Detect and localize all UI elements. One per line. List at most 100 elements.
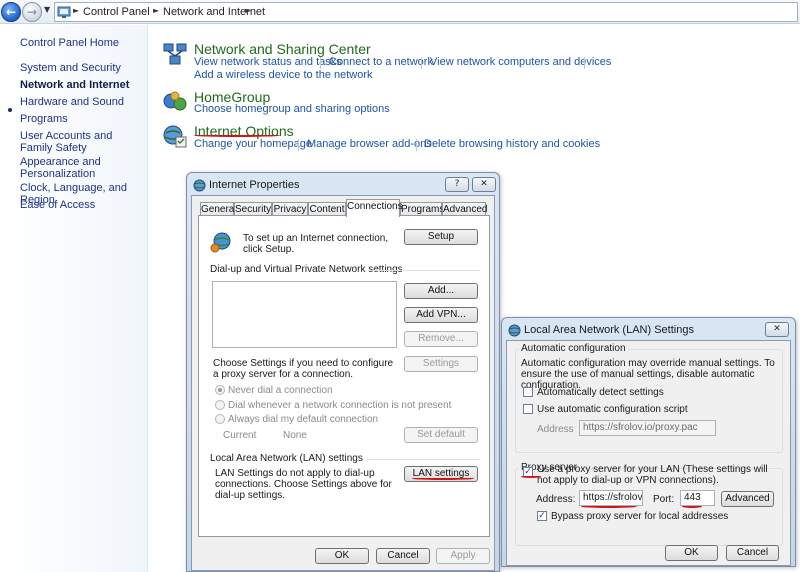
dialup-vpn-group-label: Dial-up and Virtual Private Network sett… bbox=[210, 264, 403, 275]
close-icon: ✕ bbox=[773, 324, 781, 334]
red-annotation-underline bbox=[412, 477, 474, 480]
breadcrumb-separator-icon: ► bbox=[153, 6, 160, 15]
nav-network-and-internet[interactable]: Network and Internet bbox=[20, 79, 145, 91]
proxy-address-label: Address: bbox=[536, 494, 576, 505]
dialog-body: Automatic configuration Automatic config… bbox=[506, 340, 791, 566]
homegroup-icon bbox=[163, 91, 187, 111]
red-annotation-underline bbox=[581, 505, 637, 508]
left-navigation-pane: Control Panel Home System and Security N… bbox=[0, 25, 148, 572]
close-icon: ✕ bbox=[480, 179, 488, 189]
link-connect-to-network[interactable]: Connect to a network bbox=[329, 56, 433, 68]
automatic-configuration-label: Automatic configuration bbox=[519, 343, 628, 354]
setup-description: To set up an Internet connection, click … bbox=[243, 233, 389, 255]
help-icon: ? bbox=[454, 179, 460, 189]
link-change-homepage[interactable]: Change your homepage bbox=[194, 138, 312, 150]
tab-privacy[interactable]: Privacy bbox=[272, 202, 308, 216]
back-arrow-icon: ← bbox=[5, 5, 17, 19]
network-sharing-center-title[interactable]: Network and Sharing Center bbox=[194, 41, 371, 57]
link-separator bbox=[320, 57, 321, 69]
lan-group-label: Local Area Network (LAN) settings bbox=[210, 453, 363, 464]
settings-description: Choose Settings if you need to configure… bbox=[213, 358, 394, 380]
use-script-label: Use automatic configuration script bbox=[537, 404, 688, 415]
cancel-button[interactable]: Cancel bbox=[726, 545, 779, 561]
breadcrumb-separator-icon: ► bbox=[245, 6, 252, 15]
control-panel-icon bbox=[57, 6, 71, 18]
auto-detect-label: Automatically detect settings bbox=[537, 387, 664, 398]
network-globe-icon bbox=[508, 324, 521, 337]
add-vpn-button[interactable]: Add VPN... bbox=[404, 307, 478, 323]
bypass-local-checkbox[interactable]: ✓ bbox=[537, 511, 547, 521]
nav-user-accounts[interactable]: User Accounts and Family Safety bbox=[20, 130, 145, 154]
port-field[interactable]: 443 bbox=[680, 490, 715, 506]
settings-button[interactable]: Settings bbox=[404, 356, 478, 372]
nav-system-and-security[interactable]: System and Security bbox=[20, 62, 145, 74]
advanced-button[interactable]: Advanced bbox=[721, 491, 774, 507]
dialog-title: Local Area Network (LAN) Settings bbox=[524, 324, 694, 336]
nav-appearance[interactable]: Appearance and Personalization bbox=[20, 156, 145, 180]
link-add-wireless-device[interactable]: Add a wireless device to the network bbox=[194, 69, 373, 81]
connections-listbox[interactable] bbox=[212, 281, 397, 348]
forward-button[interactable]: → bbox=[22, 2, 42, 22]
close-button[interactable]: ✕ bbox=[472, 177, 496, 192]
nav-programs[interactable]: Programs bbox=[20, 113, 145, 125]
current-value: None bbox=[283, 430, 307, 441]
add-button[interactable]: Add... bbox=[404, 283, 478, 299]
dialog-title: Internet Properties bbox=[209, 179, 300, 191]
address-bar[interactable]: ► Control Panel ► Network and Internet ► bbox=[54, 2, 798, 22]
close-button[interactable]: ✕ bbox=[765, 322, 789, 337]
globe-icon bbox=[210, 232, 231, 253]
setup-button[interactable]: Setup bbox=[404, 229, 478, 245]
tab-content[interactable]: Content bbox=[308, 202, 346, 216]
back-button[interactable]: ← bbox=[1, 2, 21, 22]
help-button[interactable]: ? bbox=[445, 177, 469, 192]
tab-connections[interactable]: Connections bbox=[346, 199, 403, 217]
tab-advanced[interactable]: Advanced bbox=[442, 202, 487, 216]
radio-always-dial-label: Always dial my default connection bbox=[228, 414, 379, 425]
nav-ease-of-access[interactable]: Ease of Access bbox=[20, 199, 145, 211]
nav-control-panel-home[interactable]: Control Panel Home bbox=[20, 37, 145, 49]
link-separator bbox=[584, 57, 585, 69]
auto-detect-checkbox[interactable] bbox=[523, 387, 533, 397]
use-proxy-label: Use a proxy server for your LAN (These s… bbox=[537, 464, 768, 486]
radio-never-dial-label: Never dial a connection bbox=[228, 385, 333, 396]
port-label: Port: bbox=[653, 494, 675, 505]
radio-dial-whenever-label: Dial whenever a network connection is no… bbox=[228, 400, 452, 411]
link-homegroup-options[interactable]: Choose homegroup and sharing options bbox=[194, 103, 390, 115]
nav-hardware-and-sound[interactable]: Hardware and Sound bbox=[20, 96, 145, 108]
radio-always-dial[interactable] bbox=[215, 414, 225, 424]
cancel-button[interactable]: Cancel bbox=[376, 548, 430, 564]
link-separator bbox=[421, 57, 422, 69]
set-default-button[interactable]: Set default bbox=[404, 427, 478, 443]
internet-properties-dialog: Internet Properties ? ✕ General Security… bbox=[186, 172, 500, 572]
red-annotation-underline bbox=[521, 475, 541, 478]
group-divider bbox=[370, 270, 480, 271]
radio-never-dial[interactable] bbox=[215, 385, 225, 395]
proxy-address-field[interactable]: https://sfrolov.io bbox=[579, 490, 643, 506]
script-address-field[interactable]: https://sfrolov.io/proxy.pac bbox=[579, 420, 716, 436]
tab-security[interactable]: Security bbox=[234, 202, 272, 216]
group-divider bbox=[367, 459, 480, 460]
recent-pages-dropdown-icon[interactable]: ▼ bbox=[44, 5, 50, 14]
radio-dial-whenever[interactable] bbox=[215, 400, 225, 410]
internet-options-icon bbox=[163, 125, 187, 148]
link-separator bbox=[298, 139, 299, 151]
forward-arrow-icon: → bbox=[26, 5, 38, 19]
script-address-label: Address bbox=[537, 424, 574, 435]
ok-button[interactable]: OK bbox=[665, 545, 718, 561]
remove-button[interactable]: Remove... bbox=[404, 331, 478, 347]
use-script-checkbox[interactable] bbox=[523, 404, 533, 414]
breadcrumb-control-panel[interactable]: Control Panel bbox=[83, 6, 150, 18]
tab-programs[interactable]: Programs bbox=[400, 202, 444, 216]
ok-button[interactable]: OK bbox=[315, 548, 369, 564]
red-annotation-underline bbox=[194, 134, 280, 137]
lan-description: LAN Settings do not apply to dial-up con… bbox=[215, 468, 392, 501]
link-separator bbox=[416, 139, 417, 151]
link-delete-browsing-history[interactable]: Delete browsing history and cookies bbox=[424, 138, 600, 150]
apply-button[interactable]: Apply bbox=[436, 548, 490, 564]
active-bullet-icon bbox=[8, 108, 12, 112]
link-manage-add-ons[interactable]: Manage browser add-ons bbox=[307, 138, 432, 150]
tab-general[interactable]: General bbox=[200, 202, 237, 216]
internet-options-icon bbox=[193, 179, 206, 192]
address-bar-area: ← → ▼ ► Control Panel ► Network and Inte… bbox=[0, 0, 800, 24]
breadcrumb-separator-icon: ► bbox=[73, 6, 80, 15]
